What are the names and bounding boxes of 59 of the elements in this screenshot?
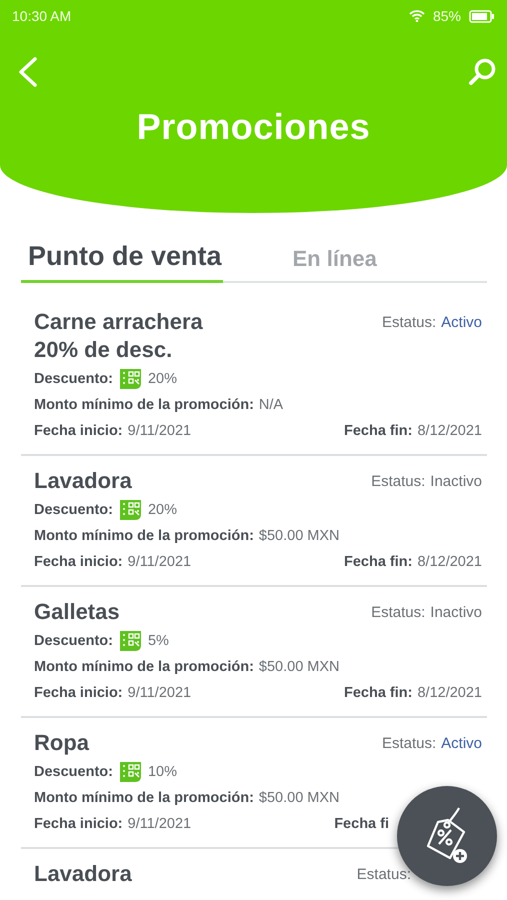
discount-value: 10% (148, 764, 177, 780)
minimum-amount-value: $50.00 MXN (258, 790, 340, 806)
discount-value: 20% (148, 371, 177, 387)
status-label: Estatus: (382, 314, 436, 331)
start-date-value: 9/11/2021 (128, 554, 192, 570)
status-value: Inactivo (430, 604, 482, 621)
battery-percent: 85% (432, 8, 461, 24)
status-value: Activo (441, 735, 482, 752)
minimum-amount-label: Monto mínimo de la promoción: (34, 397, 254, 413)
qr-code-icon (118, 631, 143, 651)
qr-code-icon (118, 500, 143, 520)
status-value: Activo (441, 314, 482, 331)
start-date-label: Fecha inicio: (34, 423, 123, 439)
end-date-label: Fecha fi (334, 816, 389, 832)
promotion-title: Carne arrachera 20% de desc. (34, 308, 204, 364)
end-date-label: Fecha fin: (344, 685, 412, 701)
end-date-label: Fecha fin: (344, 554, 412, 570)
status-label: Estatus: (382, 735, 436, 752)
end-date-label: Fecha fin: (344, 423, 412, 439)
tab[interactable]: Punto de venta (21, 240, 222, 283)
status-label: Estatus: (356, 866, 411, 883)
minimum-amount-value: $50.00 MXN (258, 528, 340, 544)
start-date-label: Fecha inicio: (34, 554, 123, 570)
discount-label: Descuento: (34, 764, 113, 780)
minimum-amount-label: Monto mínimo de la promoción: (34, 528, 254, 544)
qr-code-icon (118, 762, 143, 782)
battery-icon (469, 10, 495, 22)
end-date-value: 8/12/2021 (417, 423, 482, 439)
page-title: Promociones (136, 106, 372, 148)
start-date-label: Fecha inicio: (34, 816, 123, 832)
search-icon (467, 57, 497, 87)
minimum-amount-value: N/A (258, 397, 284, 413)
back-icon (16, 56, 38, 88)
status-label: Estatus: (371, 473, 426, 490)
search-button[interactable] (467, 57, 497, 87)
status-time: 10:30 AM (12, 8, 72, 24)
status-value: Inactivo (430, 473, 482, 490)
promotion-title: Lavadora (34, 467, 132, 495)
status-label: Estatus: (371, 604, 426, 621)
discount-value: 20% (148, 502, 177, 518)
minimum-amount-value: $50.00 MXN (258, 659, 340, 675)
minimum-amount-label: Monto mínimo de la promoción: (34, 659, 254, 675)
end-date-value: 8/12/2021 (417, 554, 482, 570)
discount-label: Descuento: (34, 371, 113, 387)
start-date-value: 9/11/2021 (128, 685, 192, 701)
start-date-value: 9/11/2021 (128, 816, 192, 832)
discount-label: Descuento: (34, 502, 113, 518)
promotion-title: Ropa (34, 729, 89, 757)
promotion-title: Galletas (34, 598, 120, 626)
back-button[interactable] (16, 56, 38, 88)
discount-value: 5% (148, 633, 169, 649)
start-date-value: 9/11/2021 (128, 423, 192, 439)
promotion-title: Lavadora (34, 860, 132, 888)
minimum-amount-label: Monto mínimo de la promoción: (34, 790, 254, 806)
discount-label: Descuento: (34, 633, 113, 649)
start-date-label: Fecha inicio: (34, 685, 123, 701)
end-date-value: 8/12/2021 (417, 685, 482, 701)
wifi-icon (408, 10, 425, 22)
qr-code-icon (118, 369, 143, 389)
